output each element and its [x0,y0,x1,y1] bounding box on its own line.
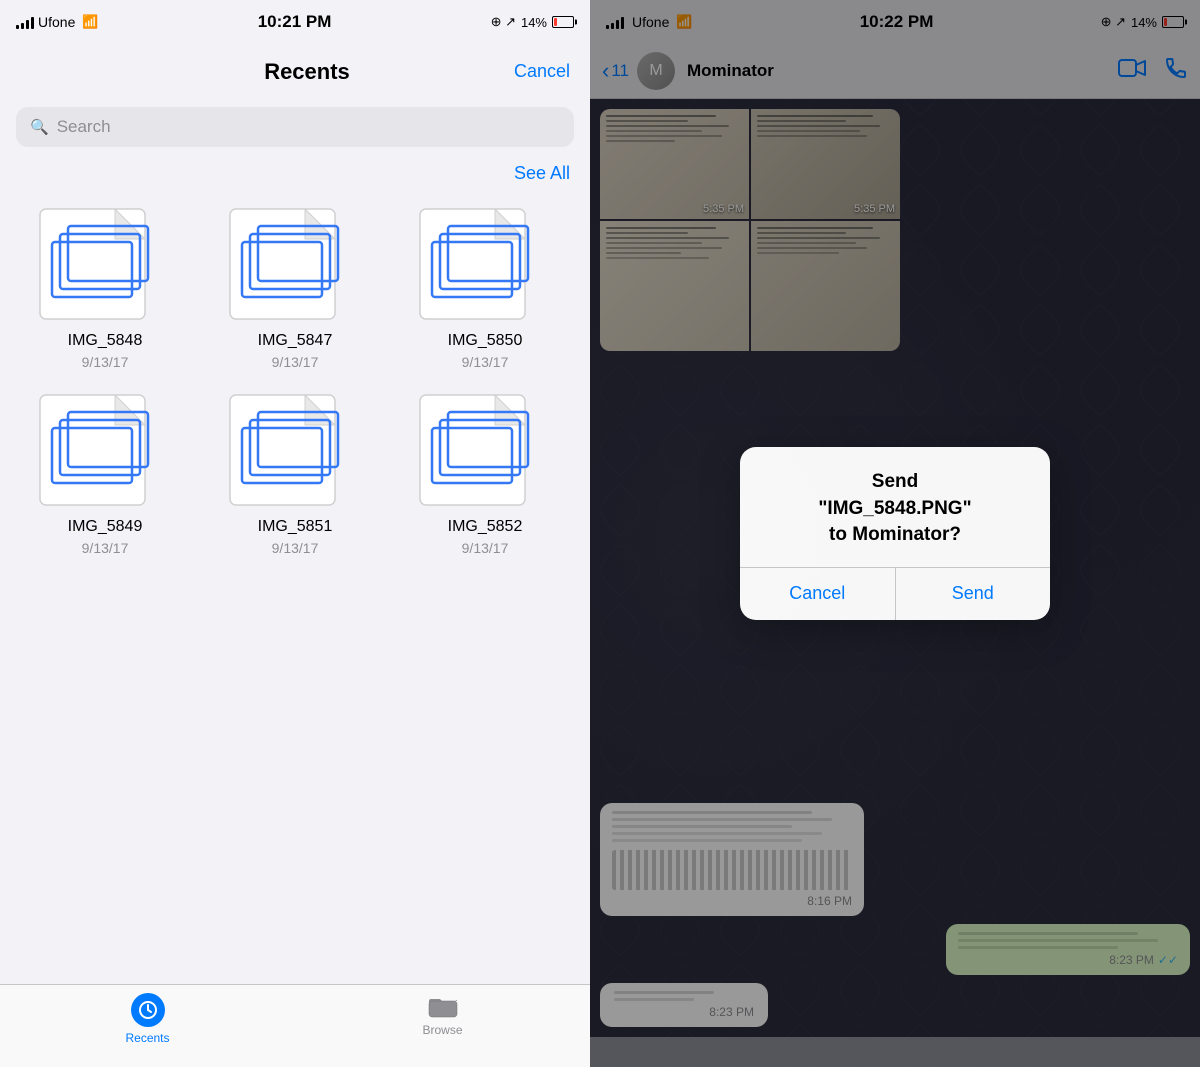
status-bar-left: Ufone 📶 10:21 PM ⊕ ↗ 14% [0,0,590,44]
right-panel: Ufone 📶 10:22 PM ⊕ ↗ 14% ‹ 11 M Mominato… [590,0,1200,1067]
file-date-4: 9/13/17 [82,540,129,556]
alert-send-button[interactable]: Send [896,568,1051,620]
file-date-5: 9/13/17 [272,540,319,556]
battery-percent-left: 14% [521,15,547,30]
file-name-3: IMG_5850 [448,332,523,350]
status-right-left: ⊕ ↗ 14% [491,14,574,30]
file-name-1: IMG_5848 [68,332,143,350]
search-icon: 🔍 [30,118,49,136]
battery-icon-left [552,16,574,28]
battery-fill-left [554,18,557,26]
signal-bars-left [16,15,34,29]
nav-bar-left: Recents Cancel [0,44,590,99]
tab-browse[interactable]: Browse [295,993,590,1037]
file-date-6: 9/13/17 [462,540,509,556]
file-name-6: IMG_5852 [448,518,523,536]
signal-bar-1 [16,25,19,29]
cancel-button[interactable]: Cancel [514,61,570,82]
battery-body-left [552,16,574,28]
alert-buttons: Cancel Send [740,568,1050,620]
file-icon-4 [30,390,180,510]
alert-dialog: Send "IMG_5848.PNG" to Mominator? Cancel… [740,447,1050,620]
see-all-row: See All [0,159,590,194]
alert-body: Send "IMG_5848.PNG" to Mominator? [740,447,1050,567]
search-bar[interactable]: 🔍 Search [16,107,574,147]
left-panel: Ufone 📶 10:21 PM ⊕ ↗ 14% Recents Cancel … [0,0,590,1067]
browse-icon [426,993,460,1019]
files-grid: IMG_5848 9/13/17 IMG_5847 9/13/17 [0,194,590,566]
file-item-img5848[interactable]: IMG_5848 9/13/17 [20,204,190,370]
file-name-2: IMG_5847 [258,332,333,350]
wifi-icon-left: 📶 [82,14,98,30]
search-placeholder: Search [57,117,111,137]
signal-bar-2 [21,23,24,29]
location-icon-left: ⊕ ↗ [491,14,516,30]
nav-title-left: Recents [264,59,350,85]
file-icon-5 [220,390,370,510]
alert-filename: "IMG_5848.PNG" [818,498,971,519]
recents-icon [131,993,165,1027]
file-item-img5852[interactable]: IMG_5852 9/13/17 [400,390,570,556]
file-date-3: 9/13/17 [462,354,509,370]
file-date-1: 9/13/17 [82,354,129,370]
tab-recents[interactable]: Recents [0,993,295,1045]
signal-bar-4 [31,17,34,29]
file-name-5: IMG_5851 [258,518,333,536]
bottom-tabs: Recents Browse [0,984,590,1067]
file-date-2: 9/13/17 [272,354,319,370]
file-item-img5851[interactable]: IMG_5851 9/13/17 [210,390,380,556]
alert-cancel-button[interactable]: Cancel [740,568,895,620]
alert-title: Send "IMG_5848.PNG" to Mominator? [760,469,1030,549]
file-icon-1 [30,204,180,324]
tab-browse-label: Browse [422,1023,462,1037]
carrier-signal-left: Ufone 📶 [16,14,99,30]
file-item-img5849[interactable]: IMG_5849 9/13/17 [20,390,190,556]
file-icon-3 [410,204,560,324]
file-item-img5847[interactable]: IMG_5847 9/13/17 [210,204,380,370]
file-icon-2 [220,204,370,324]
tab-recents-label: Recents [125,1031,169,1045]
file-item-img5850[interactable]: IMG_5850 9/13/17 [400,204,570,370]
search-bar-container: 🔍 Search [0,99,590,159]
file-name-4: IMG_5849 [68,518,143,536]
file-icon-6 [410,390,560,510]
status-time-left: 10:21 PM [258,12,332,32]
modal-overlay: Send "IMG_5848.PNG" to Mominator? Cancel… [590,0,1200,1067]
signal-bar-3 [26,20,29,29]
carrier-name-left: Ufone [38,14,75,30]
see-all-button[interactable]: See All [514,163,570,184]
alert-destination: to Mominator? [829,524,961,545]
